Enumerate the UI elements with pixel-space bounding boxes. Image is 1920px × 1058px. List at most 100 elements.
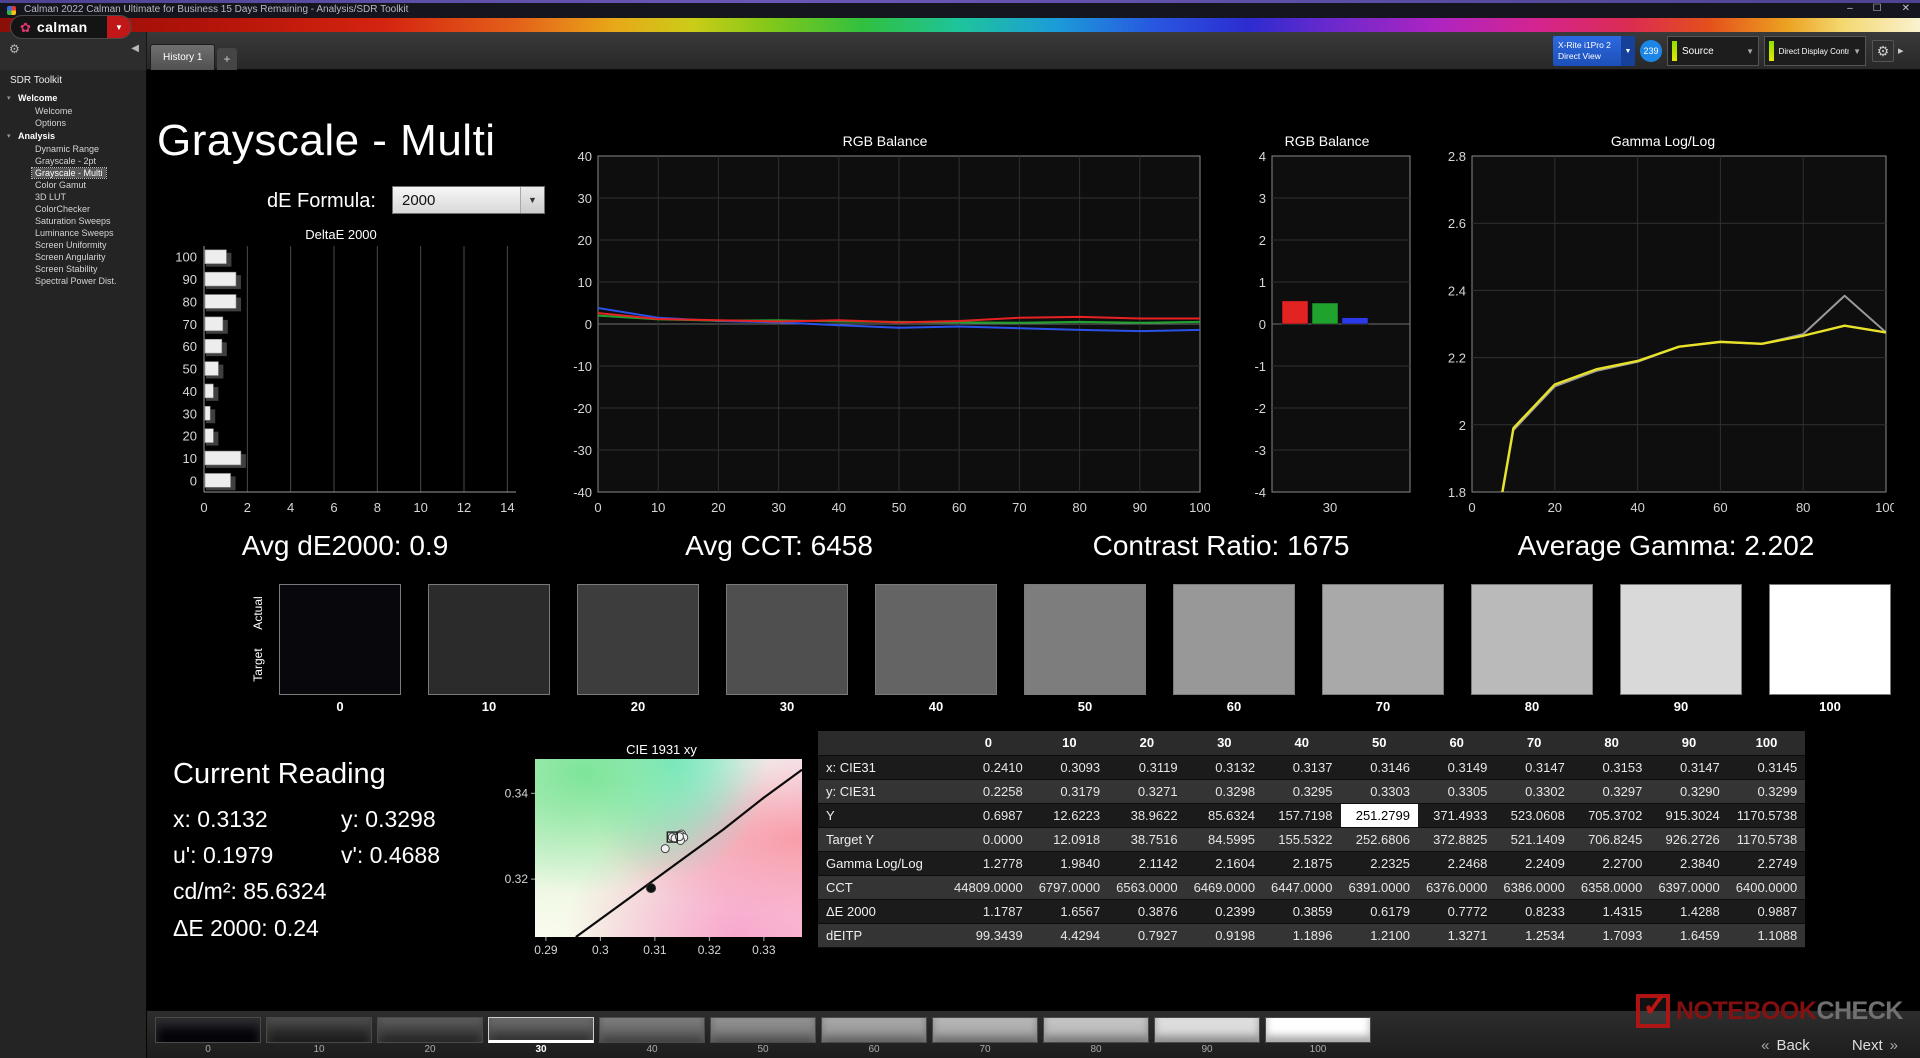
cell-deitp-20[interactable]: 0.7927 [1108, 923, 1185, 947]
cell-gamma-log-log-70[interactable]: 2.2409 [1495, 851, 1572, 875]
toolbar-expand-button[interactable]: ▸ [1898, 44, 1904, 57]
minimize-button[interactable]: – [1847, 3, 1853, 14]
cell-y-cie31-50[interactable]: 0.3303 [1341, 779, 1418, 803]
cell-y-cie31-60[interactable]: 0.3305 [1418, 779, 1495, 803]
cell-y-90[interactable]: 915.3024 [1650, 803, 1727, 827]
cell-gamma-log-log-10[interactable]: 1.9840 [1031, 851, 1108, 875]
grayscale-step-50[interactable]: 50 [710, 1017, 816, 1055]
cell-e-2000-10[interactable]: 1.6567 [1031, 899, 1108, 923]
cell-x-cie31-100[interactable]: 0.3145 [1728, 755, 1805, 779]
meter-selector-button[interactable]: X-Rite i1Pro 2 Direct View ▼ [1553, 36, 1635, 66]
sidebar-item-saturation-sweeps[interactable]: Saturation Sweeps [0, 215, 146, 227]
cell-y-cie31-40[interactable]: 0.3295 [1263, 779, 1340, 803]
display-control-dropdown[interactable]: Direct Display Control ▼ [1764, 36, 1866, 66]
grayscale-step-100[interactable]: 100 [1265, 1017, 1371, 1055]
cell-gamma-log-log-80[interactable]: 2.2700 [1573, 851, 1650, 875]
grayscale-step-70[interactable]: 70 [932, 1017, 1038, 1055]
maximize-button[interactable]: ☐ [1873, 3, 1882, 14]
cell-target-y-0[interactable]: 0.0000 [946, 827, 1031, 851]
tab-history-1[interactable]: History 1 [150, 44, 215, 70]
meter-count-badge[interactable]: 239 [1640, 40, 1662, 62]
close-button[interactable]: ✕ [1902, 3, 1910, 14]
source-dropdown[interactable]: Source ▼ [1667, 36, 1759, 66]
cell-y-cie31-30[interactable]: 0.3298 [1186, 779, 1263, 803]
grayscale-step-40[interactable]: 40 [599, 1017, 705, 1055]
cell-cct-0[interactable]: 44809.0000 [946, 875, 1031, 899]
cell-e-2000-40[interactable]: 0.3859 [1263, 899, 1340, 923]
cell-cct-20[interactable]: 6563.0000 [1108, 875, 1185, 899]
grayscale-step-20[interactable]: 20 [377, 1017, 483, 1055]
cell-gamma-log-log-100[interactable]: 2.2749 [1728, 851, 1805, 875]
cell-y-40[interactable]: 157.7198 [1263, 803, 1340, 827]
cell-x-cie31-20[interactable]: 0.3119 [1108, 755, 1185, 779]
cell-deitp-70[interactable]: 1.2534 [1495, 923, 1572, 947]
cell-e-2000-70[interactable]: 0.8233 [1495, 899, 1572, 923]
cell-e-2000-80[interactable]: 1.4315 [1573, 899, 1650, 923]
cell-y-cie31-0[interactable]: 0.2258 [946, 779, 1031, 803]
cell-cct-30[interactable]: 6469.0000 [1186, 875, 1263, 899]
cell-y-80[interactable]: 705.3702 [1573, 803, 1650, 827]
sidebar-item-screen-uniformity[interactable]: Screen Uniformity [0, 239, 146, 251]
grayscale-step-0[interactable]: 0 [155, 1017, 261, 1055]
cell-target-y-10[interactable]: 12.0918 [1031, 827, 1108, 851]
cell-e-2000-0[interactable]: 1.1787 [946, 899, 1031, 923]
cell-e-2000-100[interactable]: 0.9887 [1728, 899, 1805, 923]
cell-e-2000-90[interactable]: 1.4288 [1650, 899, 1727, 923]
cell-gamma-log-log-40[interactable]: 2.1875 [1263, 851, 1340, 875]
next-button[interactable]: Next » [1852, 1037, 1898, 1054]
cell-y-cie31-80[interactable]: 0.3297 [1573, 779, 1650, 803]
cell-y-cie31-90[interactable]: 0.3290 [1650, 779, 1727, 803]
sidebar-item-spectral-power-dist[interactable]: Spectral Power Dist. [0, 275, 146, 287]
sidebar-item-welcome[interactable]: Welcome [0, 105, 146, 117]
sidebar-item-screen-angularity[interactable]: Screen Angularity [0, 251, 146, 263]
cell-y-cie31-10[interactable]: 0.3179 [1031, 779, 1108, 803]
cell-x-cie31-90[interactable]: 0.3147 [1650, 755, 1727, 779]
cell-y-30[interactable]: 85.6324 [1186, 803, 1263, 827]
cell-y-100[interactable]: 1170.5738 [1728, 803, 1805, 827]
cell-target-y-80[interactable]: 706.8245 [1573, 827, 1650, 851]
cell-y-50[interactable]: 251.2799 [1341, 803, 1418, 827]
cell-y-20[interactable]: 38.9622 [1108, 803, 1185, 827]
cell-target-y-30[interactable]: 84.5995 [1186, 827, 1263, 851]
cell-gamma-log-log-90[interactable]: 2.3840 [1650, 851, 1727, 875]
cell-cct-10[interactable]: 6797.0000 [1031, 875, 1108, 899]
cell-deitp-100[interactable]: 1.1088 [1728, 923, 1805, 947]
cell-e-2000-50[interactable]: 0.6179 [1341, 899, 1418, 923]
cell-gamma-log-log-50[interactable]: 2.2325 [1341, 851, 1418, 875]
cell-deitp-60[interactable]: 1.3271 [1418, 923, 1495, 947]
sidebar-item-grayscale-multi[interactable]: Grayscale - Multi [0, 167, 146, 179]
cell-deitp-30[interactable]: 0.9198 [1186, 923, 1263, 947]
sidebar-section-welcome[interactable]: Welcome [0, 91, 146, 105]
sidebar-item-screen-stability[interactable]: Screen Stability [0, 263, 146, 275]
cell-y-0[interactable]: 0.6987 [946, 803, 1031, 827]
cell-gamma-log-log-30[interactable]: 2.1604 [1186, 851, 1263, 875]
cell-gamma-log-log-20[interactable]: 2.1142 [1108, 851, 1185, 875]
grayscale-step-90[interactable]: 90 [1154, 1017, 1260, 1055]
cell-target-y-20[interactable]: 38.7516 [1108, 827, 1185, 851]
grayscale-step-30[interactable]: 30 [488, 1017, 594, 1055]
cell-x-cie31-60[interactable]: 0.3149 [1418, 755, 1495, 779]
cell-gamma-log-log-60[interactable]: 2.2468 [1418, 851, 1495, 875]
cell-cct-100[interactable]: 6400.0000 [1728, 875, 1805, 899]
sidebar-item-luminance-sweeps[interactable]: Luminance Sweeps [0, 227, 146, 239]
sidebar-item-options[interactable]: Options [0, 117, 146, 129]
cell-deitp-80[interactable]: 1.7093 [1573, 923, 1650, 947]
panel-collapse-icon[interactable]: ◀ [131, 43, 139, 54]
cell-x-cie31-30[interactable]: 0.3132 [1186, 755, 1263, 779]
cell-target-y-60[interactable]: 372.8825 [1418, 827, 1495, 851]
cell-y-60[interactable]: 371.4933 [1418, 803, 1495, 827]
cell-target-y-100[interactable]: 1170.5738 [1728, 827, 1805, 851]
cell-x-cie31-0[interactable]: 0.2410 [946, 755, 1031, 779]
sidebar-section-analysis[interactable]: Analysis [0, 129, 146, 143]
grayscale-step-10[interactable]: 10 [266, 1017, 372, 1055]
cell-deitp-40[interactable]: 1.1896 [1263, 923, 1340, 947]
cell-x-cie31-40[interactable]: 0.3137 [1263, 755, 1340, 779]
cell-cct-90[interactable]: 6397.0000 [1650, 875, 1727, 899]
cell-x-cie31-70[interactable]: 0.3147 [1495, 755, 1572, 779]
cell-cct-50[interactable]: 6391.0000 [1341, 875, 1418, 899]
cell-y-70[interactable]: 523.0608 [1495, 803, 1572, 827]
cell-target-y-50[interactable]: 252.6806 [1341, 827, 1418, 851]
cell-y-cie31-100[interactable]: 0.3299 [1728, 779, 1805, 803]
sidebar-item-grayscale-2pt[interactable]: Grayscale - 2pt [0, 155, 146, 167]
cell-target-y-40[interactable]: 155.5322 [1263, 827, 1340, 851]
